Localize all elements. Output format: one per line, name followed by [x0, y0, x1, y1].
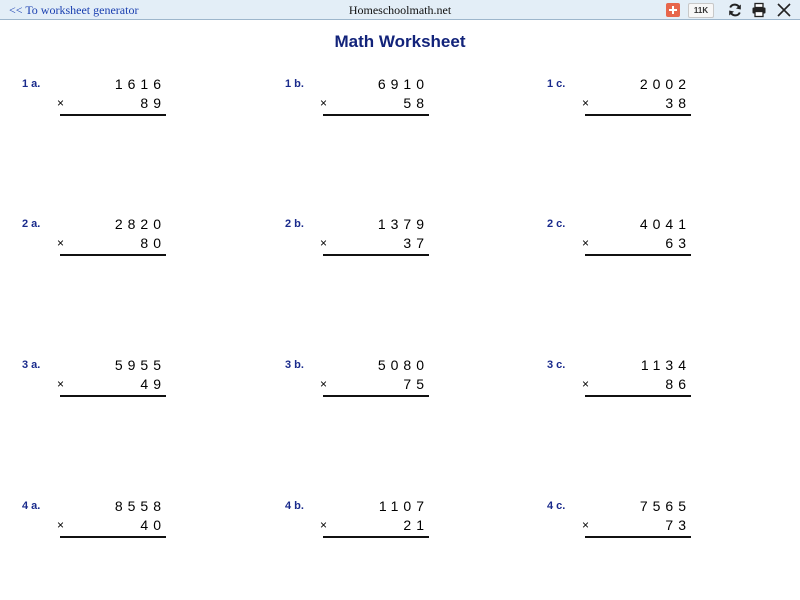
multiplier: 40	[140, 517, 166, 533]
multiplier: 63	[665, 235, 691, 251]
problem-2: 1 b. 6910 × 58	[285, 76, 465, 138]
answer-line	[323, 254, 429, 256]
problem-label: 1 b.	[285, 78, 304, 90]
answer-line	[323, 395, 429, 397]
problem-10: 4 a. 8558 × 40	[22, 498, 202, 560]
multiplicand: 1134	[640, 357, 691, 373]
problem-label: 4 a.	[22, 500, 41, 512]
multiplier: 21	[403, 517, 429, 533]
problem-11: 4 b. 1107 × 21	[285, 498, 465, 560]
problem-5: 2 b. 1379 × 37	[285, 216, 465, 278]
answer-line	[585, 114, 691, 116]
share-count-badge: 11K	[688, 3, 714, 18]
multiplicand: 1107	[378, 498, 429, 514]
multiplicand: 5955	[114, 357, 166, 373]
problem-label: 1 c.	[547, 78, 566, 90]
multiplicand: 1616	[114, 76, 166, 92]
answer-line	[585, 536, 691, 538]
problem-label: 2 b.	[285, 218, 304, 230]
problem-3: 1 c. 2002 × 38	[547, 76, 727, 138]
problem-1: 1 a. 1616 × 89	[22, 76, 202, 138]
answer-line	[323, 114, 429, 116]
multiplicand: 4041	[639, 216, 691, 232]
problem-12: 4 c. 7565 × 73	[547, 498, 727, 560]
multiplier: 58	[403, 95, 429, 111]
close-icon[interactable]	[776, 2, 792, 18]
multiplicand: 2002	[639, 76, 691, 92]
multiplier: 49	[140, 376, 166, 392]
problem-7: 3 a. 5955 × 49	[22, 357, 202, 419]
problem-label: 3 b.	[285, 359, 304, 371]
problem-label: 2 a.	[22, 218, 41, 230]
answer-line	[323, 536, 429, 538]
multiplier: 73	[665, 517, 691, 533]
answer-line	[585, 254, 691, 256]
problem-8: 3 b. 5080 × 75	[285, 357, 465, 419]
multiplicand: 6910	[377, 76, 429, 92]
answer-line	[585, 395, 691, 397]
answer-line	[60, 254, 166, 256]
problem-6: 2 c. 4041 × 63	[547, 216, 727, 278]
answer-line	[60, 536, 166, 538]
share-plus-button[interactable]	[666, 3, 680, 17]
worksheet-title: Math Worksheet	[334, 32, 466, 51]
refresh-icon[interactable]	[727, 2, 743, 18]
problem-label: 4 c.	[547, 500, 566, 512]
problem-label: 2 c.	[547, 218, 566, 230]
multiplier: 80	[140, 235, 166, 251]
multiplicand: 1379	[377, 216, 429, 232]
problem-label: 4 b.	[285, 500, 304, 512]
multiplier: 89	[140, 95, 166, 111]
multiplier: 75	[403, 376, 429, 392]
problem-9: 3 c. 1134 × 86	[547, 357, 727, 419]
multiplicand: 5080	[377, 357, 429, 373]
problem-4: 2 a. 2820 × 80	[22, 216, 202, 278]
multiplicand: 2820	[114, 216, 166, 232]
multiplier: 37	[403, 235, 429, 251]
site-name: Homeschoolmath.net	[348, 3, 452, 17]
multiplicand: 8558	[114, 498, 166, 514]
answer-line	[60, 395, 166, 397]
multiplier: 86	[665, 376, 691, 392]
multiplicand: 7565	[639, 498, 691, 514]
answer-line	[60, 114, 166, 116]
print-icon[interactable]	[751, 2, 767, 18]
problem-label: 3 c.	[547, 359, 566, 371]
multiplier: 38	[665, 95, 691, 111]
problem-label: 1 a.	[22, 78, 41, 90]
problem-label: 3 a.	[22, 359, 41, 371]
top-toolbar: << To worksheet generator Homeschoolmath…	[0, 0, 800, 20]
